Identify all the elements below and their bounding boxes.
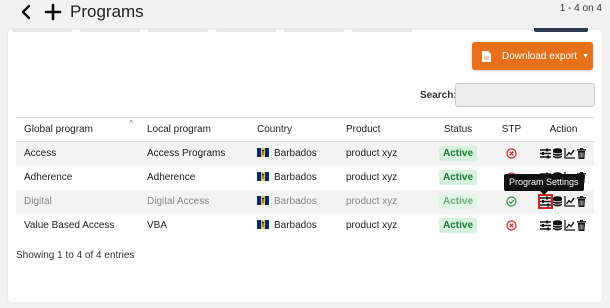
status-badge: Active [438, 194, 477, 209]
barbados-flag-icon [257, 196, 269, 205]
status-badge: Active [438, 218, 477, 233]
cell-stp [490, 141, 533, 166]
cell-product: product xyz [338, 141, 426, 166]
pager-count: 1 - 4 on 4 [559, 3, 602, 14]
column-header-global-program[interactable]: Global program ^ [16, 117, 139, 142]
sort-asc-icon: ^ [129, 119, 133, 128]
search-label: Search: [420, 90, 457, 101]
cell-actions [533, 213, 594, 238]
sliders-icon[interactable] [540, 148, 551, 159]
search-input[interactable] [455, 83, 595, 107]
cell-stp [490, 213, 533, 238]
trash-icon[interactable] [576, 219, 587, 231]
barbados-flag-icon [257, 148, 269, 158]
database-icon[interactable] [552, 219, 563, 231]
cell-local-program: Adherence [139, 165, 249, 190]
cell-status: Active [426, 189, 490, 214]
cell-country: Barbados [249, 189, 338, 214]
caret-down-icon: ▼ [582, 52, 589, 60]
download-export-button[interactable]: Download export ▼ [472, 42, 593, 70]
column-header-country[interactable]: Country [249, 117, 338, 142]
program-settings-tooltip: Program Settings [504, 174, 584, 195]
cell-global-program: Digital [16, 189, 139, 214]
cell-local-program: Access Programs [139, 141, 249, 166]
chart-icon[interactable] [564, 195, 575, 207]
status-badge: Active [438, 146, 477, 162]
column-header-local-program[interactable]: Local program [139, 117, 249, 142]
cell-global-program: Access [16, 141, 139, 166]
cell-local-program: VBA [139, 213, 249, 238]
chart-icon[interactable] [564, 147, 575, 159]
database-icon[interactable] [552, 195, 563, 207]
table-row[interactable]: Digital Digital Access Barbados product … [16, 189, 594, 214]
chart-icon[interactable] [564, 219, 575, 231]
table-header-row: Global program ^ Local program Country Pr… [16, 117, 594, 142]
sliders-icon[interactable] [540, 220, 551, 231]
x-circle-icon [506, 219, 517, 231]
cell-stp [490, 189, 533, 214]
cell-country: Barbados [249, 141, 338, 166]
file-icon [482, 50, 491, 62]
cell-global-program: Value Based Access [16, 213, 139, 238]
barbados-flag-icon [257, 220, 269, 229]
cell-product: product xyz [338, 165, 426, 190]
cell-country: Barbados [249, 165, 338, 190]
cell-status: Active [426, 141, 490, 166]
table-row[interactable]: Access Access Programs Barbados product … [16, 141, 594, 166]
back-chevron-icon[interactable] [18, 3, 36, 21]
cell-product: product xyz [338, 189, 426, 214]
programs-page: Programs 1 - 4 on 4 Download export ▼ Se… [0, 0, 610, 308]
export-button-label: Download export [502, 50, 578, 62]
column-header-action: Action [533, 117, 594, 142]
page-title: Programs [70, 2, 144, 21]
cell-country: Barbados [249, 213, 338, 238]
cell-product: product xyz [338, 213, 426, 238]
check-circle-icon [506, 195, 517, 207]
column-header-stp[interactable]: STP [490, 117, 533, 142]
database-icon[interactable] [552, 147, 563, 159]
tab-strip [12, 28, 590, 32]
status-badge: Active [438, 170, 477, 185]
table-info: Showing 1 to 4 of 4 entries [16, 250, 135, 261]
table-row[interactable]: Value Based Access VBA Barbados product … [16, 213, 594, 238]
add-plus-icon[interactable] [44, 2, 62, 22]
active-tab-indicator [534, 28, 588, 32]
trash-icon[interactable] [576, 195, 587, 207]
column-header-product[interactable]: Product [338, 117, 426, 142]
cell-status: Active [426, 165, 490, 190]
barbados-flag-icon [257, 172, 269, 181]
cell-global-program: Adherence [16, 165, 139, 190]
sliders-icon[interactable] [538, 193, 553, 209]
cell-actions [533, 141, 594, 166]
cell-status: Active [426, 213, 490, 238]
cell-local-program: Digital Access [139, 189, 249, 214]
x-circle-icon [506, 148, 517, 159]
column-header-status[interactable]: Status [426, 117, 490, 142]
trash-icon[interactable] [576, 147, 587, 159]
